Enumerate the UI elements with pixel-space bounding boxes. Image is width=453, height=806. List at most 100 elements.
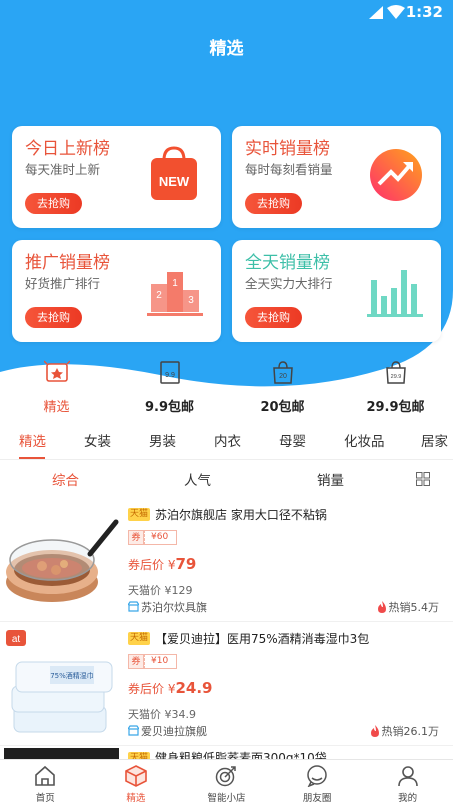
hot-sales: 热销26.1万 <box>370 723 440 739</box>
card-title: 今日上新榜 <box>25 139 110 159</box>
category-featured[interactable]: 精选 <box>0 352 113 420</box>
nav-moments[interactable]: 朋友圈 <box>272 760 363 806</box>
brand-badge-text: at <box>12 634 21 645</box>
tab-cosmetics[interactable]: 化妆品 <box>344 430 385 450</box>
nav-home[interactable]: 首页 <box>0 760 91 806</box>
category-tabs: 精选 女装 男装 内衣 母婴 化妆品 居家 <box>0 420 453 460</box>
grab-button[interactable]: 去抢购 <box>25 193 82 214</box>
shop-label: 爱贝迪拉旗舰 <box>141 725 207 738</box>
product-title: 苏泊尔旗舰店 家用大口径不粘锅 <box>155 508 327 522</box>
tmall-price: 天猫价 ¥34.9 <box>128 708 196 721</box>
shop-name[interactable]: 苏泊尔炊具旗 <box>128 599 207 615</box>
category-20[interactable]: 20 20包邮 <box>226 352 339 420</box>
tab-womens[interactable]: 女装 <box>84 430 111 450</box>
bottom-nav: 首页 精选 智能小店 朋友圈 我的 <box>0 759 453 806</box>
box-icon <box>125 765 147 787</box>
sort-popularity[interactable]: 人气 <box>184 469 211 489</box>
product-item[interactable]: 天猫 健身粗粮低脂荞麦面300g*10袋 <box>0 746 453 759</box>
category-label: 29.9包邮 <box>366 400 425 415</box>
tmall-tag: 天猫 <box>128 632 150 645</box>
bag-20-text: 20 <box>279 373 287 380</box>
nav-featured[interactable]: 精选 <box>91 760 182 806</box>
shop-icon <box>128 601 139 612</box>
tab-mens[interactable]: 男装 <box>149 430 176 450</box>
card-subtitle: 每天准时上新 <box>25 162 101 177</box>
card-title: 推广销量榜 <box>25 253 110 273</box>
sort-comprehensive[interactable]: 综合 <box>52 469 79 489</box>
svg-text:1: 1 <box>172 278 178 289</box>
frying-pan-image <box>6 519 119 602</box>
grab-button[interactable]: 去抢购 <box>25 307 82 328</box>
nav-me[interactable]: 我的 <box>362 760 453 806</box>
hot-label: 热销5.4万 <box>388 601 440 614</box>
user-icon <box>397 766 418 787</box>
hot-sales: 热销5.4万 <box>377 599 440 615</box>
wet-wipes-image: at 75%酒精湿巾 <box>6 630 113 733</box>
product-item[interactable]: at 75%酒精湿巾 天猫 【爱贝迪拉】医用75%酒精消毒湿巾3包 券 ¥10 … <box>0 622 453 746</box>
after-price-label: 券后价 <box>128 682 165 696</box>
svg-text:2: 2 <box>156 290 162 301</box>
card-subtitle: 全天实力大排行 <box>245 276 333 291</box>
fire-icon <box>370 725 379 737</box>
sort-sales[interactable]: 销量 <box>317 469 344 489</box>
nav-smart-store[interactable]: 智能小店 <box>181 760 272 806</box>
tab-baby[interactable]: 母婴 <box>279 430 306 450</box>
grid-view-icon[interactable] <box>416 472 430 486</box>
calendar-99-icon: 9.9 <box>160 361 180 384</box>
card-new-arrivals[interactable]: 今日上新榜 每天准时上新 去抢购 NEW <box>12 126 221 228</box>
bar-chart-icon <box>367 270 423 317</box>
coupon-value: ¥60 <box>144 530 178 545</box>
svg-text:NEW: NEW <box>159 174 190 189</box>
nav-label: 精选 <box>126 793 146 804</box>
card-promo-sales[interactable]: 推广销量榜 好货推广排行 去抢购 1 2 3 <box>12 240 221 342</box>
after-coupon-price: 券后价 ¥79 <box>128 555 196 573</box>
tmall-price: 天猫价 ¥129 <box>128 584 193 597</box>
calendar-99-text: 9.9 <box>165 372 175 379</box>
category-row: 精选 9.9 9.9包邮 20 20包邮 29.9 29.9包邮 <box>0 352 453 420</box>
tmall-tag: 天猫 <box>128 752 150 759</box>
product-title: 健身粗粮低脂荞麦面300g*10袋 <box>155 751 327 759</box>
new-bag-icon: NEW <box>151 146 197 200</box>
product-image <box>4 748 119 759</box>
category-label: 20包邮 <box>260 400 305 415</box>
nav-label: 首页 <box>35 793 55 804</box>
grab-button[interactable]: 去抢购 <box>245 307 302 328</box>
nav-label: 朋友圈 <box>302 793 332 804</box>
after-price-value: 24.9 <box>175 679 213 697</box>
tab-home[interactable]: 居家 <box>421 430 448 450</box>
after-price-label: 券后价 <box>128 558 165 572</box>
grab-button[interactable]: 去抢购 <box>245 193 302 214</box>
category-9-9[interactable]: 9.9 9.9包邮 <box>113 352 226 420</box>
target-icon <box>216 766 237 787</box>
home-icon <box>35 765 56 786</box>
coupon-badge: 券 ¥60 <box>128 530 178 545</box>
after-coupon-price: 券后价 ¥24.9 <box>128 679 213 697</box>
coupon-label: 券 <box>128 530 144 545</box>
card-title: 实时销量榜 <box>245 139 330 159</box>
category-29-9[interactable]: 29.9 29.9包邮 <box>339 352 452 420</box>
featured-icon <box>44 360 70 382</box>
bag-299-icon: 29.9 <box>386 361 406 384</box>
nav-label: 智能小店 <box>207 793 246 804</box>
nav-label: 我的 <box>398 793 418 804</box>
chat-bubble-icon <box>307 765 327 787</box>
shop-icon <box>128 725 139 736</box>
signal-icon <box>369 6 383 19</box>
shop-label: 苏泊尔炊具旗 <box>141 601 207 614</box>
hot-label: 热销26.1万 <box>381 725 440 738</box>
product-item[interactable]: 天猫 苏泊尔旗舰店 家用大口径不粘锅 券 ¥60 券后价 ¥79 天猫价 ¥12… <box>0 498 453 622</box>
card-realtime-sales[interactable]: 实时销量榜 每时每刻看销量 去抢购 <box>232 126 441 228</box>
bag-299-text: 29.9 <box>391 374 402 380</box>
card-allday-sales[interactable]: 全天销量榜 全天实力大排行 去抢购 <box>232 240 441 342</box>
status-bar: 1:32 <box>0 0 453 26</box>
tab-underwear[interactable]: 内衣 <box>214 430 241 450</box>
after-price-value: 79 <box>175 555 197 573</box>
tab-underline <box>19 457 45 459</box>
bag-20-icon: 20 <box>273 361 293 384</box>
shop-name[interactable]: 爱贝迪拉旗舰 <box>128 723 207 739</box>
podium-icon: 1 2 3 <box>147 272 203 316</box>
hero-section: 1:32 精选 今日上新榜 每天准时上新 去抢购 NEW 实时销量榜 每时每刻看… <box>0 0 453 420</box>
wifi-icon <box>387 5 405 19</box>
fire-icon <box>377 601 386 613</box>
tab-featured[interactable]: 精选 <box>19 430 46 450</box>
